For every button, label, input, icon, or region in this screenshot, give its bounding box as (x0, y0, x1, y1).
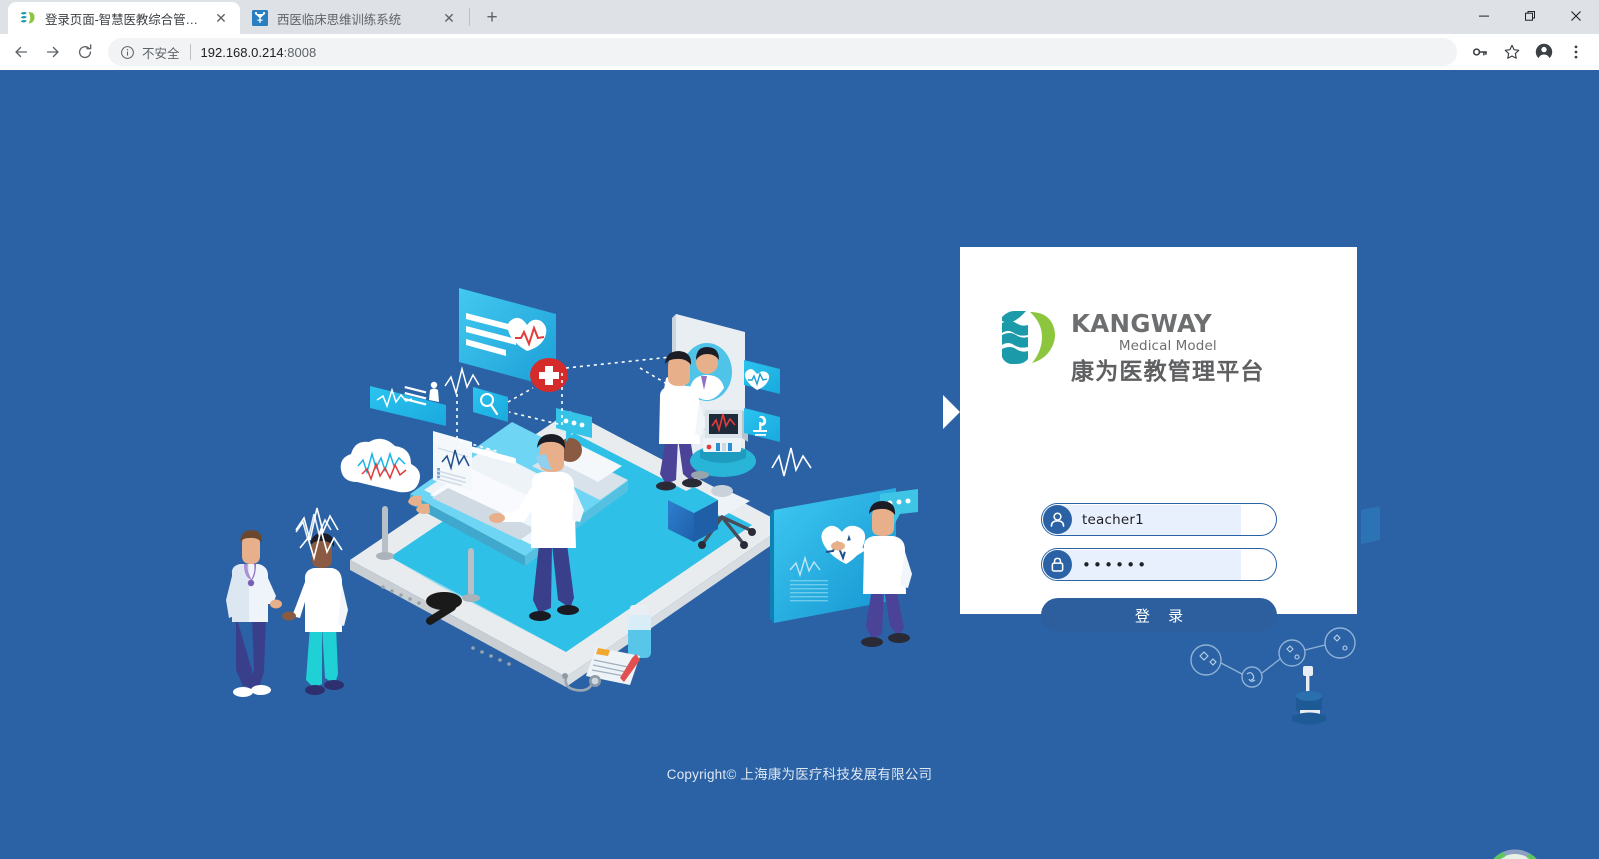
tab-clinical-training[interactable]: 西医临床思维训练系统 ✕ (240, 2, 468, 34)
username-field[interactable]: teacher1 (1041, 503, 1277, 536)
battery-status-widget[interactable]: 47% 48°C (1484, 848, 1546, 859)
url-text: 192.168.0.214:8008 (201, 45, 317, 60)
isometric-telemedicine-illustration (0, 70, 1599, 859)
forward-arrow-icon[interactable] (38, 37, 68, 67)
tab-title: 西医临床思维训练系统 (277, 9, 431, 28)
key-icon[interactable] (1465, 37, 1495, 67)
star-icon[interactable] (1497, 37, 1527, 67)
close-icon[interactable] (1553, 0, 1599, 32)
brand-subtitle: Medical Model (1071, 337, 1265, 355)
tab-title: 登录页面-智慧医教综合管理平台 (45, 9, 203, 28)
microscope (1292, 666, 1326, 725)
password-field[interactable]: •••••• (1041, 548, 1277, 581)
molecule-chain (1191, 628, 1355, 687)
back-arrow-icon[interactable] (6, 37, 36, 67)
tab-strip: 登录页面-智慧医教综合管理平台 ✕ 西医临床思维训练系统 ✕ + (0, 0, 1599, 34)
login-button[interactable]: 登 录 (1041, 598, 1277, 632)
brand-name-cn: 康为医教管理平台 (1071, 356, 1265, 387)
login-page: KANGWAY Medical Model 康为医教管理平台 teacher1 (0, 70, 1599, 859)
url-host: 192.168.0.214 (201, 45, 284, 60)
doctor-handshake-pair (226, 530, 282, 697)
address-bar[interactable]: 不安全 192.168.0.214:8008 (108, 38, 1457, 66)
caduceus-icon (252, 10, 268, 26)
side-panel-left (1361, 506, 1380, 544)
username-value: teacher1 (1082, 512, 1144, 528)
lock-icon (1043, 550, 1072, 579)
ecg-strip-card (370, 382, 446, 426)
ecg-cloud (341, 439, 420, 492)
card-notch (943, 395, 960, 429)
three-dot-menu-icon[interactable] (1561, 37, 1591, 67)
doctor-handshake-right (282, 533, 348, 695)
medicine-bottle (628, 605, 651, 658)
user-icon (1043, 505, 1072, 534)
tab-close-button[interactable]: ✕ (212, 9, 230, 27)
window-controls (1461, 0, 1599, 32)
doctor-touchscreen (770, 488, 918, 647)
copyright-text: Copyright© 上海康为医疗科技发展有限公司 (0, 763, 1599, 783)
brand-text: KANGWAY Medical Model 康为医教管理平台 (1071, 309, 1265, 387)
maximize-icon[interactable] (1507, 0, 1553, 32)
omnibox-divider (190, 44, 191, 60)
toolbar-right-actions (1465, 37, 1591, 67)
tab-close-button[interactable]: ✕ (440, 9, 458, 27)
minimize-icon[interactable] (1461, 0, 1507, 32)
url-port: :8008 (284, 45, 317, 60)
browser-toolbar: 不安全 192.168.0.214:8008 (0, 34, 1599, 70)
info-circle-icon[interactable] (118, 43, 136, 61)
tab-login-page[interactable]: 登录页面-智慧医教综合管理平台 ✕ (8, 2, 240, 34)
login-card: KANGWAY Medical Model 康为医教管理平台 teacher1 (960, 247, 1357, 614)
password-value: •••••• (1082, 556, 1148, 574)
kangway-logo-mark-icon (1000, 309, 1057, 366)
new-tab-button[interactable]: + (477, 3, 507, 33)
search-magnifier-card (473, 387, 508, 422)
profile-avatar-icon[interactable] (1529, 37, 1559, 67)
brand-name-en: KANGWAY (1071, 311, 1265, 337)
microscope-icon-card (744, 408, 780, 442)
reload-icon[interactable] (70, 37, 100, 67)
security-status-label: 不安全 (142, 43, 180, 62)
kangway-logo-icon (20, 10, 36, 26)
heart-icon-card (744, 360, 780, 394)
brand-logo: KANGWAY Medical Model 康为医教管理平台 (1000, 309, 1265, 387)
browser-window: 登录页面-智慧医教综合管理平台 ✕ 西医临床思维训练系统 ✕ + (0, 0, 1599, 859)
tab-divider (469, 8, 470, 26)
